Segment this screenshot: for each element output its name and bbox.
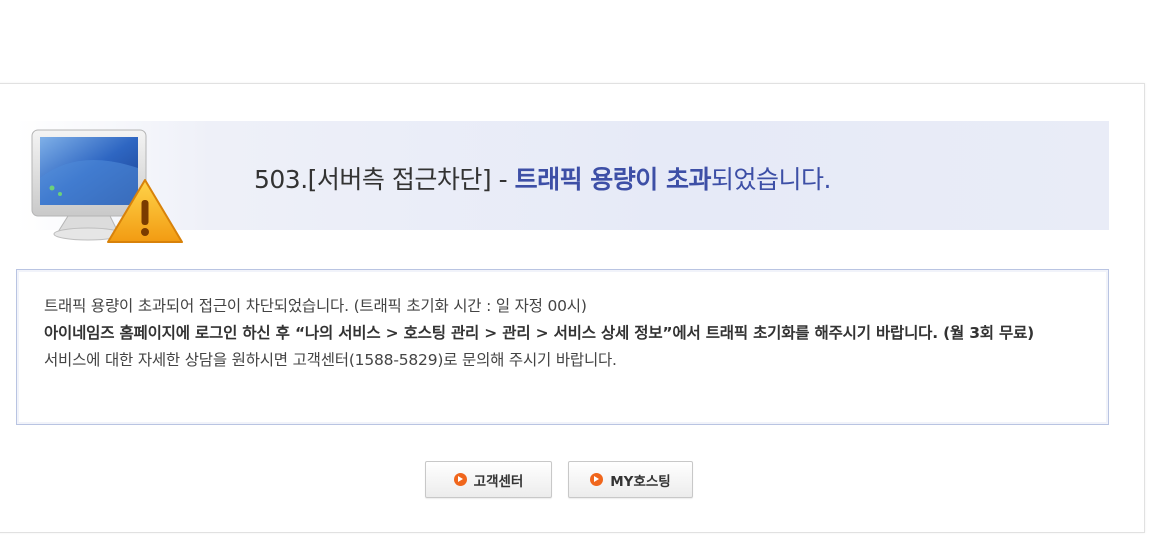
error-code: 503. (254, 165, 308, 194)
message-text: 트래픽 용량이 초과되어 접근이 차단되었습니다. (트래픽 초기화 시간 : … (44, 293, 1094, 374)
arrow-circle-icon (453, 473, 467, 486)
arrow-circle-icon (590, 473, 604, 486)
support-center-label: 고객센터 (473, 473, 524, 490)
my-hosting-button[interactable]: MY호스팅 (568, 461, 693, 498)
message-line-1: 트래픽 용량이 초과되어 접근이 차단되었습니다. (트래픽 초기화 시간 : … (44, 297, 587, 315)
headline-dash: - (491, 165, 515, 194)
support-center-button[interactable]: 고객센터 (425, 461, 552, 498)
headline-emphasis: 트래픽 용량이 초과 (514, 165, 712, 194)
error-category: [서버측 접근차단] (307, 165, 492, 194)
my-hosting-label: MY호스팅 (610, 473, 671, 490)
message-line-2: 아이네임즈 홈페이지에 로그인 하신 후 “나의 서비스 > 호스팅 관리 > … (44, 324, 1035, 342)
error-headline: 503.[서버측 접근차단] - 트래픽 용량이 초과되었습니다. (254, 160, 831, 200)
message-line-3: 서비스에 대한 자세한 상담을 원하시면 고객센터(1588-5829)로 문의… (44, 351, 617, 369)
headline-tail: 되었습니다. (710, 165, 831, 194)
monitor-warning-icon (31, 129, 183, 243)
